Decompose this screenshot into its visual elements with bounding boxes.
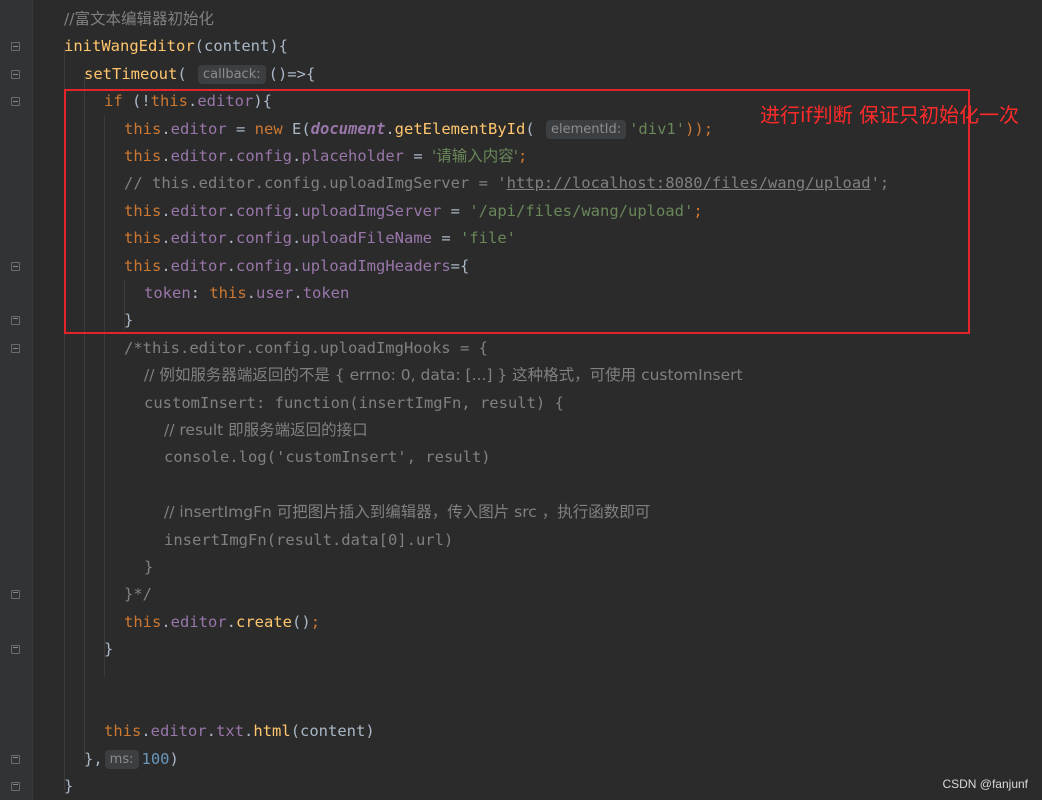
code-token: } (104, 640, 114, 659)
code-token: txt (216, 722, 245, 741)
code-line[interactable]: customInsert: function(insertImgFn, resu… (144, 390, 564, 417)
code-token: ) (169, 749, 179, 768)
code-token: editor (170, 612, 227, 631)
code-token: this (104, 722, 142, 741)
fold-open-icon[interactable] (11, 261, 20, 271)
code-line[interactable]: insertImgFn(result.data[0].url) (164, 527, 453, 554)
code-line[interactable]: initWangEditor(content){ (64, 33, 288, 60)
code-token: this (124, 612, 162, 631)
code-token: customInsert: function(insertImgFn, resu… (144, 393, 564, 412)
code-token: insertImgFn(result.data[0].url) (164, 530, 454, 549)
fold-open-icon[interactable] (11, 97, 20, 107)
code-token: //富文本编辑器初始化 (64, 10, 214, 28)
code-line[interactable]: console.log('customInsert', result) (164, 444, 491, 471)
code-token: editor (150, 722, 207, 741)
code-line[interactable]: // result 即服务端返回的接口 (164, 417, 368, 444)
code-token: } (64, 777, 74, 796)
fold-open-icon[interactable] (11, 42, 20, 52)
parameter-hint: ms: (104, 749, 139, 769)
code-line[interactable]: } (144, 554, 153, 581)
code-token: (content){ (194, 37, 288, 56)
code-line[interactable]: }, ms: 100) (84, 746, 179, 773)
code-line[interactable]: // 例如服务器端返回的不是 { errno: 0, data: [...] }… (144, 362, 743, 389)
code-line[interactable]: //富文本编辑器初始化 (64, 6, 214, 33)
code-line[interactable]: } (104, 636, 113, 663)
code-token: ()=>{ (268, 64, 316, 83)
code-token: . (161, 612, 171, 631)
watermark: CSDN @fanjunf (942, 777, 1028, 791)
code-line[interactable]: /*this.editor.config.uploadImgHooks = { (124, 335, 488, 362)
code-token: ; (310, 612, 321, 631)
code-line[interactable]: this.editor.txt.html(content) (104, 718, 375, 745)
fold-close-icon[interactable] (11, 316, 20, 326)
code-line[interactable]: setTimeout( callback: ()=>{ (84, 61, 315, 88)
code-token: () (292, 612, 311, 631)
code-token: (content) (290, 722, 375, 741)
code-token: setTimeout (84, 64, 178, 83)
annotation-text: 进行if判断 保证只初始化一次 (760, 103, 1019, 127)
fold-open-icon[interactable] (11, 69, 20, 79)
code-line[interactable]: }*/ (124, 581, 152, 608)
code-token: ( (177, 64, 196, 83)
code-token: 100 (141, 749, 170, 768)
code-token: . (141, 722, 151, 741)
code-line[interactable]: } (64, 773, 73, 800)
code-token: html (253, 722, 291, 741)
editor-gutter (0, 0, 33, 800)
code-line[interactable]: this.editor.create(); (124, 609, 320, 636)
code-token: console.log('customInsert', result) (164, 448, 491, 467)
code-token: . (226, 612, 237, 631)
code-token: . (206, 722, 217, 741)
code-token: initWangEditor (64, 37, 195, 56)
parameter-hint: callback: (198, 64, 266, 84)
code-token: }*/ (124, 585, 152, 604)
code-token: /*this.editor.config.uploadImgHooks = { (124, 338, 488, 357)
code-token: . (244, 722, 254, 741)
code-token: // result 即服务端返回的接口 (164, 421, 368, 439)
fold-close-icon[interactable] (11, 754, 20, 764)
code-line[interactable]: // insertImgFn 可把图片插入到编辑器，传入图片 src ，执行函数… (164, 499, 650, 526)
fold-close-icon[interactable] (11, 782, 20, 792)
code-token: }, (84, 749, 103, 768)
fold-close-icon[interactable] (11, 645, 20, 655)
fold-open-icon[interactable] (11, 343, 20, 353)
code-token: create (236, 612, 293, 631)
code-token: // 例如服务器端返回的不是 { errno: 0, data: [...] }… (144, 366, 743, 385)
code-token: // insertImgFn 可把图片插入到编辑器，传入图片 src ，执行函数… (164, 503, 651, 522)
code-token: } (144, 558, 154, 576)
fold-close-icon[interactable] (11, 590, 20, 600)
